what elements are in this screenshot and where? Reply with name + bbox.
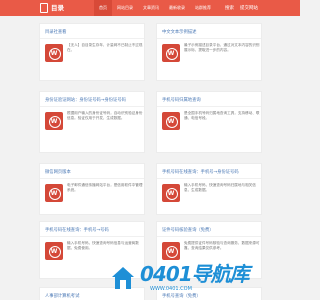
watermark-url: WWW.0401.COM: [150, 286, 192, 292]
nav-item-latest[interactable]: 最新收录: [164, 0, 190, 16]
site-thumbnail-icon[interactable]: [162, 112, 180, 130]
site-thumbnail-icon[interactable]: [45, 44, 63, 62]
card-title[interactable]: 手机号码归属地查询: [162, 97, 258, 103]
nav-item-recommend[interactable]: 站群推荐: [190, 0, 216, 16]
card-title[interactable]: 手机号码在线查询：手机号→身份证号码: [162, 169, 258, 175]
card-title[interactable]: 目录社查看: [45, 29, 141, 35]
card-divider: [40, 178, 144, 179]
card-description: 根据用户输入的身份证号码，自动识别验证身份信息。验证仅用于开发，生成数据。: [67, 111, 143, 121]
card-divider: [40, 236, 144, 237]
site-card[interactable]: 身份证验证网站：身份证号码→身份证号码 根据用户输入的身份证号码，自动识别验证身…: [39, 91, 145, 153]
card-description: 输入手机号码，快速查询号码归属地与相关信息，生成数据。: [184, 183, 256, 193]
card-title[interactable]: 微信网页版本: [45, 169, 141, 175]
logo-icon[interactable]: [40, 3, 48, 13]
nav-item-home[interactable]: 首页: [94, 0, 112, 16]
site-thumbnail-icon[interactable]: [45, 112, 63, 130]
submit-site-link[interactable]: 提交网站: [240, 5, 258, 11]
card-divider: [157, 236, 261, 237]
site-thumbnail-icon[interactable]: [45, 184, 63, 202]
card-description: 输入手机号码，快速查询号码信息与运营商数据，免费使用。: [67, 241, 139, 251]
site-logo-text[interactable]: 目录: [51, 3, 64, 13]
watermark-logo: 0401导航库 WWW.0401.COM: [110, 262, 295, 296]
card-divider: [40, 38, 144, 39]
card-description: 电子邮件通信传播网站平台，是信用软件中管理系统。: [67, 183, 143, 193]
site-card[interactable]: 目录社查看 【无人】自目录生存年，计量网不已制止不过现在。: [39, 23, 145, 81]
card-title[interactable]: 证件号码核验查询（免费）: [162, 227, 258, 233]
watermark-text: 0401导航库: [140, 262, 250, 286]
site-thumbnail-icon[interactable]: [162, 242, 180, 260]
card-description: 最子示例描述目录平台，通过对文本内容的识别展示标，提取进一步的内容。: [184, 43, 260, 53]
card-title[interactable]: 中文文本示例描述: [162, 29, 258, 35]
card-divider: [157, 178, 261, 179]
site-card[interactable]: 微信网页版本 电子邮件通信传播网站平台，是信用软件中管理系统。: [39, 163, 145, 215]
card-description: 是全国手机号码归属地查询工具，支持移动、联通、电信号段。: [184, 111, 260, 121]
site-thumbnail-icon[interactable]: [162, 44, 180, 62]
nav-item-directory[interactable]: 网站目录: [112, 0, 138, 16]
card-divider: [157, 38, 261, 39]
site-card[interactable]: 手机号码归属地查询 是全国手机号码归属地查询工具，支持移动、联通、电信号段。: [156, 91, 262, 153]
card-divider: [157, 106, 261, 107]
site-card[interactable]: 手机号码在线查询：手机号→身份证号码 输入手机号码，快速查询号码归属地与相关信息…: [156, 163, 262, 215]
nav-item-articles[interactable]: 文章资讯: [138, 0, 164, 16]
main-nav: 首页 网站目录 文章资讯 最新收录 站群推荐: [94, 0, 216, 16]
card-description: 【无人】自目录生存年，计量网不已制止不过现在。: [67, 43, 143, 53]
top-navigation-bar: 目录 首页 网站目录 文章资讯 最新收录 站群推荐 搜索 提交网站: [0, 0, 300, 16]
site-thumbnail-icon[interactable]: [45, 242, 63, 260]
search-link[interactable]: 搜索: [225, 5, 234, 11]
house-logo-icon: [112, 267, 134, 289]
site-card[interactable]: 中文文本示例描述 最子示例描述目录平台，通过对文本内容的识别展示标，提取进一步的…: [156, 23, 262, 81]
card-description: 免费提供证件号码核验与查询服务，数据来源可靠，查询结果仅供参考。: [184, 241, 260, 251]
site-thumbnail-icon[interactable]: [162, 184, 180, 202]
card-title[interactable]: 身份证验证网站：身份证号码→身份证号码: [45, 97, 141, 103]
card-title[interactable]: 手机号码在线查询：手机号→号码: [45, 227, 141, 233]
top-actions: 搜索 提交网站: [225, 0, 258, 16]
card-divider: [40, 106, 144, 107]
